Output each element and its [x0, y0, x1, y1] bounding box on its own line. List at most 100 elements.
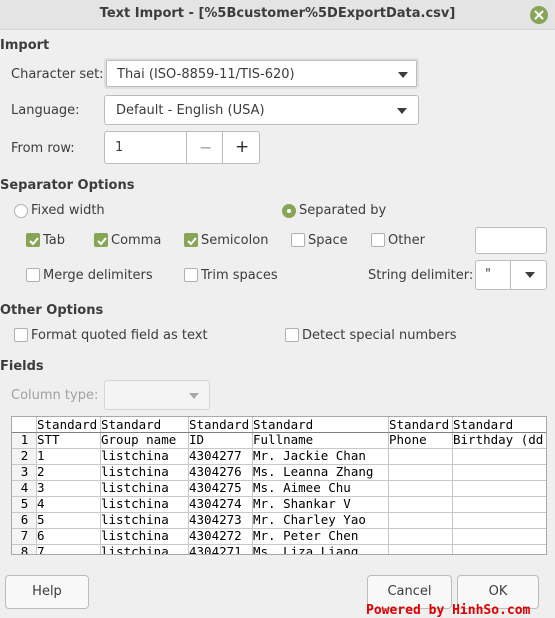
grid-line: [12, 544, 546, 545]
tab-checkbox[interactable]: [26, 233, 40, 247]
grid-cell: listchina: [101, 496, 169, 511]
charset-select[interactable]: Thai (ISO-8859-11/TIS-620): [104, 58, 419, 89]
grid-line: [12, 464, 546, 465]
column-type-header[interactable]: Standard: [36, 417, 100, 433]
grid-cell: 3: [37, 480, 45, 495]
from-row-increment-button[interactable]: +: [222, 131, 260, 164]
help-button[interactable]: Help: [5, 575, 89, 609]
grid-cell: ID: [189, 432, 205, 447]
column-type-header[interactable]: Standard: [388, 417, 452, 433]
preview-grid[interactable]: Standard Standard Standard Standard Stan…: [11, 416, 547, 555]
row-number: 2: [12, 448, 36, 464]
fixed-width-radio[interactable]: [14, 204, 28, 218]
chevron-down-icon: [189, 393, 199, 399]
grid-cell: 1: [37, 448, 45, 463]
grid-line: [100, 417, 101, 554]
row-number: 5: [12, 496, 36, 512]
grid-line: [12, 512, 546, 513]
grid-cell: listchina: [101, 528, 169, 543]
trim-spaces-label: Trim spaces: [201, 268, 278, 283]
grid-cell: 4: [37, 496, 45, 511]
window-title: Text Import - [%5Bcustomer%5DExportData.…: [99, 6, 456, 21]
grid-cell: 4304276: [189, 464, 242, 479]
language-select[interactable]: Default - English (USA): [104, 95, 419, 125]
format-quoted-checkbox[interactable]: [14, 328, 28, 342]
grid-cell: listchina: [101, 480, 169, 495]
column-type-header[interactable]: Standard: [188, 417, 252, 433]
grid-cell: Mr. Charley Yao: [253, 512, 366, 527]
combo-divider: [510, 261, 511, 289]
comma-checkbox[interactable]: [94, 233, 108, 247]
column-type-header[interactable]: Standard: [252, 417, 388, 433]
string-delimiter-select[interactable]: ": [475, 260, 547, 290]
tab-label: Tab: [43, 233, 66, 248]
merge-delimiters-label: Merge delimiters: [43, 268, 153, 283]
row-number: 1: [12, 432, 36, 448]
grid-cell: Mr. Jackie Chan: [253, 448, 366, 463]
column-type-header[interactable]: Standard: [100, 417, 188, 433]
chevron-down-icon: [397, 108, 407, 114]
string-delimiter-label: String delimiter:: [368, 268, 474, 283]
other-options-heading: Other Options: [0, 303, 104, 318]
grid-cell: 4304275: [189, 480, 242, 495]
grid-cell: Fullname: [253, 432, 314, 447]
grid-line: [252, 417, 253, 554]
trim-spaces-checkbox[interactable]: [184, 268, 198, 282]
grid-cell: Mr. Shankar V: [253, 496, 351, 511]
language-value: Default - English (USA): [116, 103, 265, 118]
other-separator-input[interactable]: [475, 227, 547, 254]
semicolon-checkbox[interactable]: [184, 233, 198, 247]
merge-delimiters-checkbox[interactable]: [26, 268, 40, 282]
grid-cell: listchina: [101, 448, 169, 463]
grid-cell: Birthday (dd: [453, 432, 544, 447]
detect-special-label: Detect special numbers: [302, 328, 457, 343]
grid-line: [12, 448, 546, 449]
minus-icon: −: [199, 138, 213, 157]
close-button[interactable]: [530, 6, 548, 24]
detect-special-checkbox[interactable]: [285, 328, 299, 342]
string-delimiter-value: ": [485, 267, 491, 282]
watermark-text: Powered by HinhSo.com: [366, 603, 531, 618]
grid-cell: listchina: [101, 464, 169, 479]
grid-cell: Ms. Liza Liang: [253, 544, 359, 555]
close-icon: [534, 10, 544, 20]
fixed-width-label: Fixed width: [31, 203, 105, 218]
separated-by-radio[interactable]: [282, 204, 296, 218]
from-row-label: From row:: [11, 141, 75, 156]
grid-cell: Phone: [389, 432, 427, 447]
fields-heading: Fields: [0, 359, 44, 374]
format-quoted-label: Format quoted field as text: [31, 328, 208, 343]
grid-line: [388, 417, 389, 554]
check-icon: [97, 237, 107, 246]
semicolon-label: Semicolon: [201, 233, 269, 248]
other-checkbox[interactable]: [371, 233, 385, 247]
space-checkbox[interactable]: [291, 233, 305, 247]
grid-cell: 4304274: [189, 496, 242, 511]
grid-cell: 4304272: [189, 528, 242, 543]
column-type-select[interactable]: [104, 380, 210, 410]
grid-cell: 2: [37, 464, 45, 479]
grid-line: [12, 528, 546, 529]
grid-line: [12, 496, 546, 497]
space-label: Space: [308, 233, 348, 248]
charset-value: Thai (ISO-8859-11/TIS-620): [117, 67, 295, 82]
check-icon: [29, 237, 39, 246]
row-number: 4: [12, 480, 36, 496]
chevron-down-icon: [525, 272, 535, 278]
from-row-decrement-button[interactable]: −: [186, 131, 223, 164]
other-label: Other: [388, 233, 425, 248]
column-type-header[interactable]: Standard: [452, 417, 546, 433]
from-row-input[interactable]: 1: [104, 131, 187, 164]
grid-cell: listchina: [101, 512, 169, 527]
grid-cell: 4304277: [189, 448, 242, 463]
row-number: 3: [12, 464, 36, 480]
from-row-value: 1: [115, 140, 124, 155]
grid-cell: Ms. Leanna Zhang: [253, 464, 374, 479]
grid-cell: Group name: [101, 432, 177, 447]
grid-cell: STT: [37, 432, 60, 447]
grid-line: [188, 417, 189, 554]
comma-label: Comma: [111, 233, 162, 248]
language-label: Language:: [11, 103, 80, 118]
charset-label: Character set:: [11, 67, 104, 82]
grid-cell: Ms. Aimee Chu: [253, 480, 351, 495]
